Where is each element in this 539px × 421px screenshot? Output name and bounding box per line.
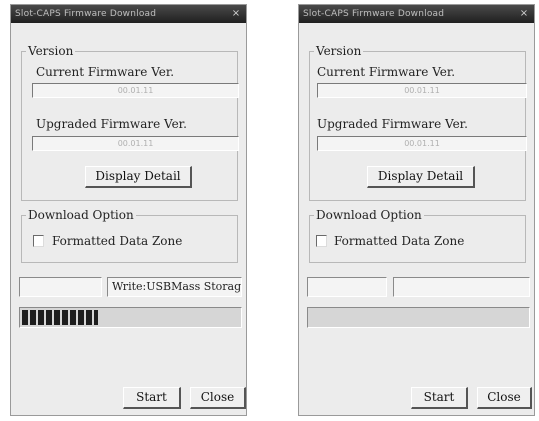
status-left-box xyxy=(19,277,102,297)
version-group-label: Version xyxy=(26,43,76,59)
download-option-group-label: Download Option xyxy=(26,207,136,223)
status-right-box xyxy=(393,277,530,297)
upgraded-firmware-label: Upgraded Firmware Ver. xyxy=(36,117,187,131)
firmware-window-right: Slot-CAPS Firmware Download × Version Cu… xyxy=(298,4,535,416)
close-icon[interactable]: × xyxy=(229,8,243,20)
close-button[interactable]: Close xyxy=(477,387,532,409)
formatted-data-zone-checkbox[interactable] xyxy=(33,235,44,247)
formatted-data-zone-checkbox[interactable] xyxy=(316,235,327,247)
status-left-box xyxy=(307,277,387,297)
window-title: Slot-CAPS Firmware Download xyxy=(303,9,445,19)
display-detail-button[interactable]: Display Detail xyxy=(85,166,192,188)
formatted-data-zone-label[interactable]: Formatted Data Zone xyxy=(334,234,464,248)
current-firmware-field: 00.01.11 xyxy=(317,83,527,98)
firmware-window-left: Slot-CAPS Firmware Download × Version Cu… xyxy=(10,4,247,416)
upgraded-firmware-field: 00.01.11 xyxy=(32,136,239,151)
window-title: Slot-CAPS Firmware Download xyxy=(15,9,157,19)
progress-bar-fill xyxy=(22,310,98,325)
title-bar[interactable]: Slot-CAPS Firmware Download × xyxy=(11,5,246,23)
display-detail-button[interactable]: Display Detail xyxy=(367,166,475,188)
formatted-data-zone-label[interactable]: Formatted Data Zone xyxy=(52,234,182,248)
current-firmware-label: Current Firmware Ver. xyxy=(317,65,456,79)
upgraded-firmware-label: Upgraded Firmware Ver. xyxy=(317,117,468,131)
close-button[interactable]: Close xyxy=(190,387,246,409)
progress-bar xyxy=(307,307,530,328)
status-right-box: Write:USBMass Storage xyxy=(107,277,242,297)
start-button[interactable]: Start xyxy=(411,387,468,409)
start-button[interactable]: Start xyxy=(123,387,181,409)
current-firmware-label: Current Firmware Ver. xyxy=(36,65,175,79)
title-bar[interactable]: Slot-CAPS Firmware Download × xyxy=(299,5,534,23)
current-firmware-field: 00.01.11 xyxy=(32,83,239,98)
close-icon[interactable]: × xyxy=(517,8,531,20)
download-option-group-label: Download Option xyxy=(314,207,424,223)
upgraded-firmware-field: 00.01.11 xyxy=(317,136,527,151)
progress-bar xyxy=(19,307,242,328)
version-group-label: Version xyxy=(314,43,364,59)
